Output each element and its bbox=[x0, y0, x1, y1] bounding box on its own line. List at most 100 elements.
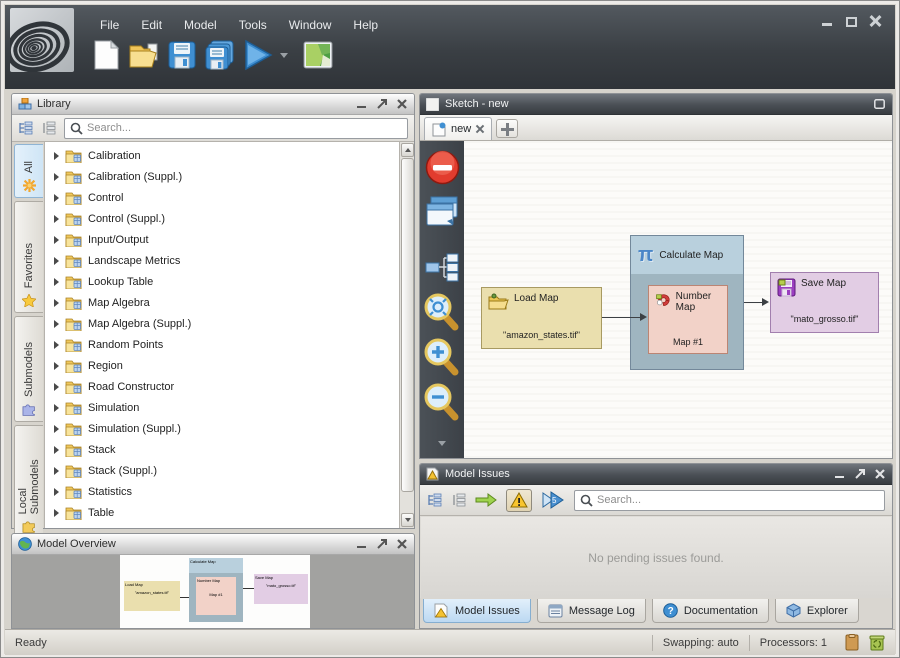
expand-caret-icon[interactable] bbox=[54, 215, 59, 223]
number-map-node[interactable]: Number Map Map #1 bbox=[648, 285, 728, 354]
library-item-map-algebra-suppl-[interactable]: Map Algebra (Suppl.) bbox=[45, 313, 399, 334]
auto-layout-button[interactable] bbox=[420, 253, 464, 283]
expand-caret-icon[interactable] bbox=[54, 320, 59, 328]
menu-help[interactable]: Help bbox=[342, 15, 389, 35]
scrollbar-thumb[interactable] bbox=[401, 158, 414, 492]
library-item-control-suppl-[interactable]: Control (Suppl.) bbox=[45, 208, 399, 229]
overview-viewport[interactable]: Load Map "amazon_states.tif" Calculate M… bbox=[12, 555, 414, 628]
library-item-control[interactable]: Control bbox=[45, 187, 399, 208]
tab-model-issues[interactable]: Model Issues bbox=[423, 599, 531, 623]
library-item-lookup-table[interactable]: Lookup Table bbox=[45, 271, 399, 292]
garbage-collect-button[interactable] bbox=[869, 634, 885, 651]
library-item-statistics[interactable]: Statistics bbox=[45, 481, 399, 502]
zoom-fit-button[interactable] bbox=[420, 293, 464, 331]
close-tab-icon[interactable] bbox=[476, 125, 484, 133]
show-warnings-toggle[interactable] bbox=[506, 489, 532, 512]
overview-float-button[interactable] bbox=[375, 538, 388, 550]
menu-window[interactable]: Window bbox=[278, 15, 343, 35]
library-item-random-points[interactable]: Random Points bbox=[45, 334, 399, 355]
library-item-map-algebra[interactable]: Map Algebra bbox=[45, 292, 399, 313]
library-tab-submodels[interactable]: Submodels bbox=[14, 316, 43, 422]
save-model-button[interactable] bbox=[163, 37, 201, 73]
add-tab-button[interactable] bbox=[496, 119, 518, 138]
overview-close-button[interactable] bbox=[395, 538, 408, 550]
expand-caret-icon[interactable] bbox=[54, 299, 59, 307]
library-item-region[interactable]: Region bbox=[45, 355, 399, 376]
window-close-button[interactable] bbox=[867, 13, 883, 27]
expand-caret-icon[interactable] bbox=[54, 425, 59, 433]
menu-tools[interactable]: Tools bbox=[228, 15, 278, 35]
tab-message-log[interactable]: Message Log bbox=[537, 599, 646, 623]
library-item-calibration-suppl-[interactable]: Calibration (Suppl.) bbox=[45, 166, 399, 187]
remove-functor-button[interactable] bbox=[420, 150, 464, 185]
library-float-button[interactable] bbox=[375, 98, 388, 110]
library-tab-all[interactable]: All bbox=[14, 144, 43, 198]
collapse-tree-button[interactable] bbox=[41, 121, 56, 135]
library-item-stack-suppl-[interactable]: Stack (Suppl.) bbox=[45, 460, 399, 481]
run-model-button[interactable] bbox=[239, 37, 277, 73]
save-all-button[interactable] bbox=[201, 37, 239, 73]
expand-tree-button[interactable] bbox=[18, 121, 33, 135]
expand-caret-icon[interactable] bbox=[54, 341, 59, 349]
sketch-canvas[interactable]: Load Map "amazon_states.tif" π Calculate… bbox=[464, 141, 892, 458]
go-to-issue-button[interactable] bbox=[475, 493, 497, 507]
issues-search-input[interactable] bbox=[597, 494, 879, 506]
zoom-out-button[interactable] bbox=[420, 383, 464, 421]
sketch-maximize-button[interactable] bbox=[873, 98, 886, 110]
library-close-button[interactable] bbox=[395, 98, 408, 110]
expand-caret-icon[interactable] bbox=[54, 194, 59, 202]
load-map-node[interactable]: Load Map "amazon_states.tif" bbox=[481, 287, 602, 349]
containers-button[interactable] bbox=[420, 195, 464, 227]
library-item-calibration[interactable]: Calibration bbox=[45, 145, 399, 166]
library-search-input[interactable] bbox=[87, 122, 402, 134]
expand-caret-icon[interactable] bbox=[54, 236, 59, 244]
library-item-landscape-metrics[interactable]: Landscape Metrics bbox=[45, 250, 399, 271]
expand-caret-icon[interactable] bbox=[54, 362, 59, 370]
validate-model-button[interactable]: 5 bbox=[541, 491, 565, 509]
run-options-dropdown[interactable] bbox=[277, 37, 291, 73]
library-item-stack[interactable]: Stack bbox=[45, 439, 399, 460]
toolstrip-more-button[interactable] bbox=[420, 441, 464, 446]
expand-caret-icon[interactable] bbox=[54, 509, 59, 517]
save-map-node[interactable]: Save Map "mato_grosso.tif" bbox=[770, 272, 879, 333]
tab-explorer[interactable]: Explorer bbox=[775, 599, 859, 623]
window-minimize-button[interactable] bbox=[819, 13, 835, 27]
library-item-input-output[interactable]: Input/Output bbox=[45, 229, 399, 250]
library-item-simulation-suppl-[interactable]: Simulation (Suppl.) bbox=[45, 418, 399, 439]
issues-close-button[interactable] bbox=[873, 468, 886, 480]
scroll-down-button[interactable] bbox=[401, 513, 414, 527]
issues-collapse-tree-button[interactable] bbox=[451, 493, 466, 507]
map-viewer-button[interactable] bbox=[299, 37, 337, 73]
library-tab-local-submodels[interactable]: Local Submodels bbox=[14, 425, 43, 539]
scroll-up-button[interactable] bbox=[401, 143, 414, 157]
menu-model[interactable]: Model bbox=[173, 15, 228, 35]
issues-expand-tree-button[interactable] bbox=[427, 493, 442, 507]
window-maximize-button[interactable] bbox=[843, 13, 859, 27]
library-item-simulation[interactable]: Simulation bbox=[45, 397, 399, 418]
expand-caret-icon[interactable] bbox=[54, 404, 59, 412]
menu-file[interactable]: File bbox=[89, 15, 130, 35]
menu-edit[interactable]: Edit bbox=[130, 15, 173, 35]
library-item-road-constructor[interactable]: Road Constructor bbox=[45, 376, 399, 397]
clipboard-status-button[interactable] bbox=[845, 634, 859, 651]
expand-caret-icon[interactable] bbox=[54, 446, 59, 454]
library-tab-favorites[interactable]: Favorites bbox=[14, 201, 43, 313]
overview-minimize-button[interactable] bbox=[355, 538, 368, 550]
expand-caret-icon[interactable] bbox=[54, 152, 59, 160]
library-item-table[interactable]: Table bbox=[45, 502, 399, 523]
expand-caret-icon[interactable] bbox=[54, 383, 59, 391]
expand-caret-icon[interactable] bbox=[54, 488, 59, 496]
calculate-map-node[interactable]: π Calculate Map Number Map bbox=[630, 235, 744, 370]
open-model-button[interactable] bbox=[125, 37, 163, 73]
sketch-tab-new[interactable]: new bbox=[424, 117, 492, 140]
expand-caret-icon[interactable] bbox=[54, 467, 59, 475]
expand-caret-icon[interactable] bbox=[54, 173, 59, 181]
expand-caret-icon[interactable] bbox=[54, 278, 59, 286]
issues-float-button[interactable] bbox=[853, 468, 866, 480]
tab-documentation[interactable]: ?Documentation bbox=[652, 599, 769, 623]
expand-caret-icon[interactable] bbox=[54, 257, 59, 265]
zoom-in-button[interactable] bbox=[420, 338, 464, 376]
library-minimize-button[interactable] bbox=[355, 98, 368, 110]
library-scrollbar[interactable] bbox=[399, 142, 414, 528]
issues-minimize-button[interactable] bbox=[833, 468, 846, 480]
